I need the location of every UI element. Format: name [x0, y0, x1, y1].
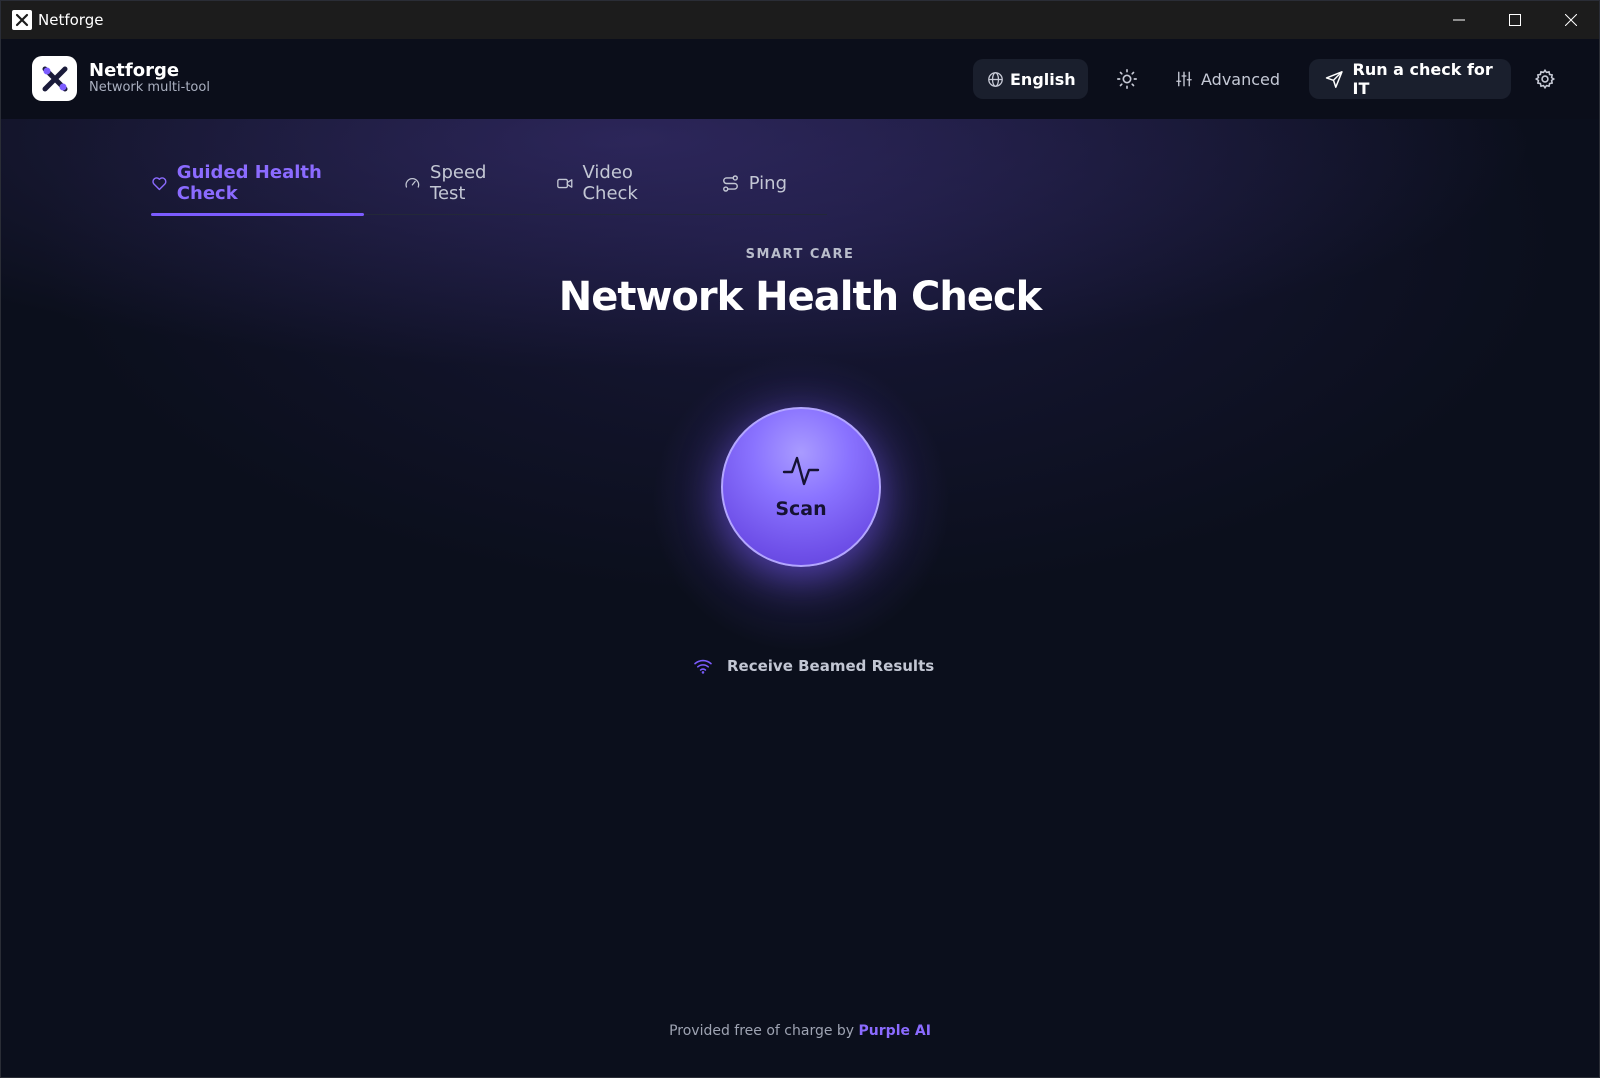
settings-button[interactable] — [1525, 59, 1565, 99]
run-check-for-it-button[interactable]: Run a check for IT — [1309, 59, 1511, 99]
sun-icon — [1117, 69, 1137, 89]
app-header: Netforge Network multi-tool English Adva… — [1, 39, 1599, 119]
route-icon — [722, 174, 738, 192]
language-selector[interactable]: English — [973, 59, 1088, 99]
page-title: Network Health Check — [558, 274, 1043, 320]
gear-icon — [1534, 68, 1556, 90]
tab-label: Video Check — [582, 162, 638, 204]
beamed-label: Receive Beamed Results — [727, 657, 935, 675]
app-icon — [12, 10, 32, 30]
scan-label: Scan — [775, 498, 827, 520]
scan-button[interactable]: Scan — [721, 407, 881, 567]
video-camera-icon — [557, 178, 573, 188]
tab-speed-test[interactable]: Speed Test — [404, 159, 516, 215]
globe-icon — [988, 71, 1003, 87]
window-title: Netforge — [38, 11, 104, 29]
heart-icon — [152, 176, 167, 190]
advanced-label: Advanced — [1201, 69, 1281, 89]
footer: Provided free of charge by Purple AI — [1, 1023, 1599, 1039]
minimize-button[interactable] — [1431, 1, 1487, 39]
netforge-logo-icon — [42, 66, 67, 91]
maximize-button[interactable] — [1487, 1, 1543, 39]
send-icon — [1325, 70, 1343, 88]
gauge-icon — [405, 177, 420, 188]
activity-icon — [782, 456, 820, 486]
brand-name: Netforge — [89, 60, 180, 81]
tab-video-check[interactable]: Video Check — [556, 159, 681, 215]
app-logo — [32, 56, 77, 101]
minimize-icon — [1453, 19, 1465, 21]
advanced-button[interactable]: Advanced — [1169, 59, 1289, 99]
tab-guided-health-check[interactable]: Guided Health Check — [151, 159, 365, 216]
tab-bar: Guided Health Check Speed Test Video Che… — [151, 159, 827, 216]
footer-brand-link[interactable]: Purple AI — [859, 1023, 931, 1039]
theme-toggle-button[interactable] — [1107, 59, 1147, 99]
brand-block: Netforge Network multi-tool — [89, 61, 210, 95]
tab-label: Speed Test — [430, 162, 487, 204]
maximize-icon — [1509, 14, 1521, 26]
run-check-label: Run a check for IT — [1352, 60, 1493, 98]
tab-label: Guided Health Check — [176, 162, 322, 204]
receive-beamed-results-link[interactable]: Receive Beamed Results — [693, 657, 934, 675]
footer-text: Provided free of charge by — [669, 1023, 855, 1039]
main-content: Guided Health Check Speed Test Video Che… — [1, 119, 1599, 1077]
tab-label: Ping — [748, 172, 787, 194]
wifi-icon — [694, 659, 712, 674]
sliders-icon — [1176, 71, 1192, 87]
title-bar: Netforge — [1, 1, 1599, 39]
language-label: English — [1010, 69, 1076, 89]
window-controls — [1431, 1, 1599, 39]
brand-subtitle: Network multi-tool — [89, 80, 210, 95]
section-eyebrow: SMART CARE — [745, 247, 855, 262]
app-window: Netforge Netforge Network multi-tool Eng… — [0, 0, 1600, 1078]
close-icon — [1565, 14, 1577, 26]
tab-ping[interactable]: Ping — [721, 159, 787, 215]
close-button[interactable] — [1543, 1, 1599, 39]
